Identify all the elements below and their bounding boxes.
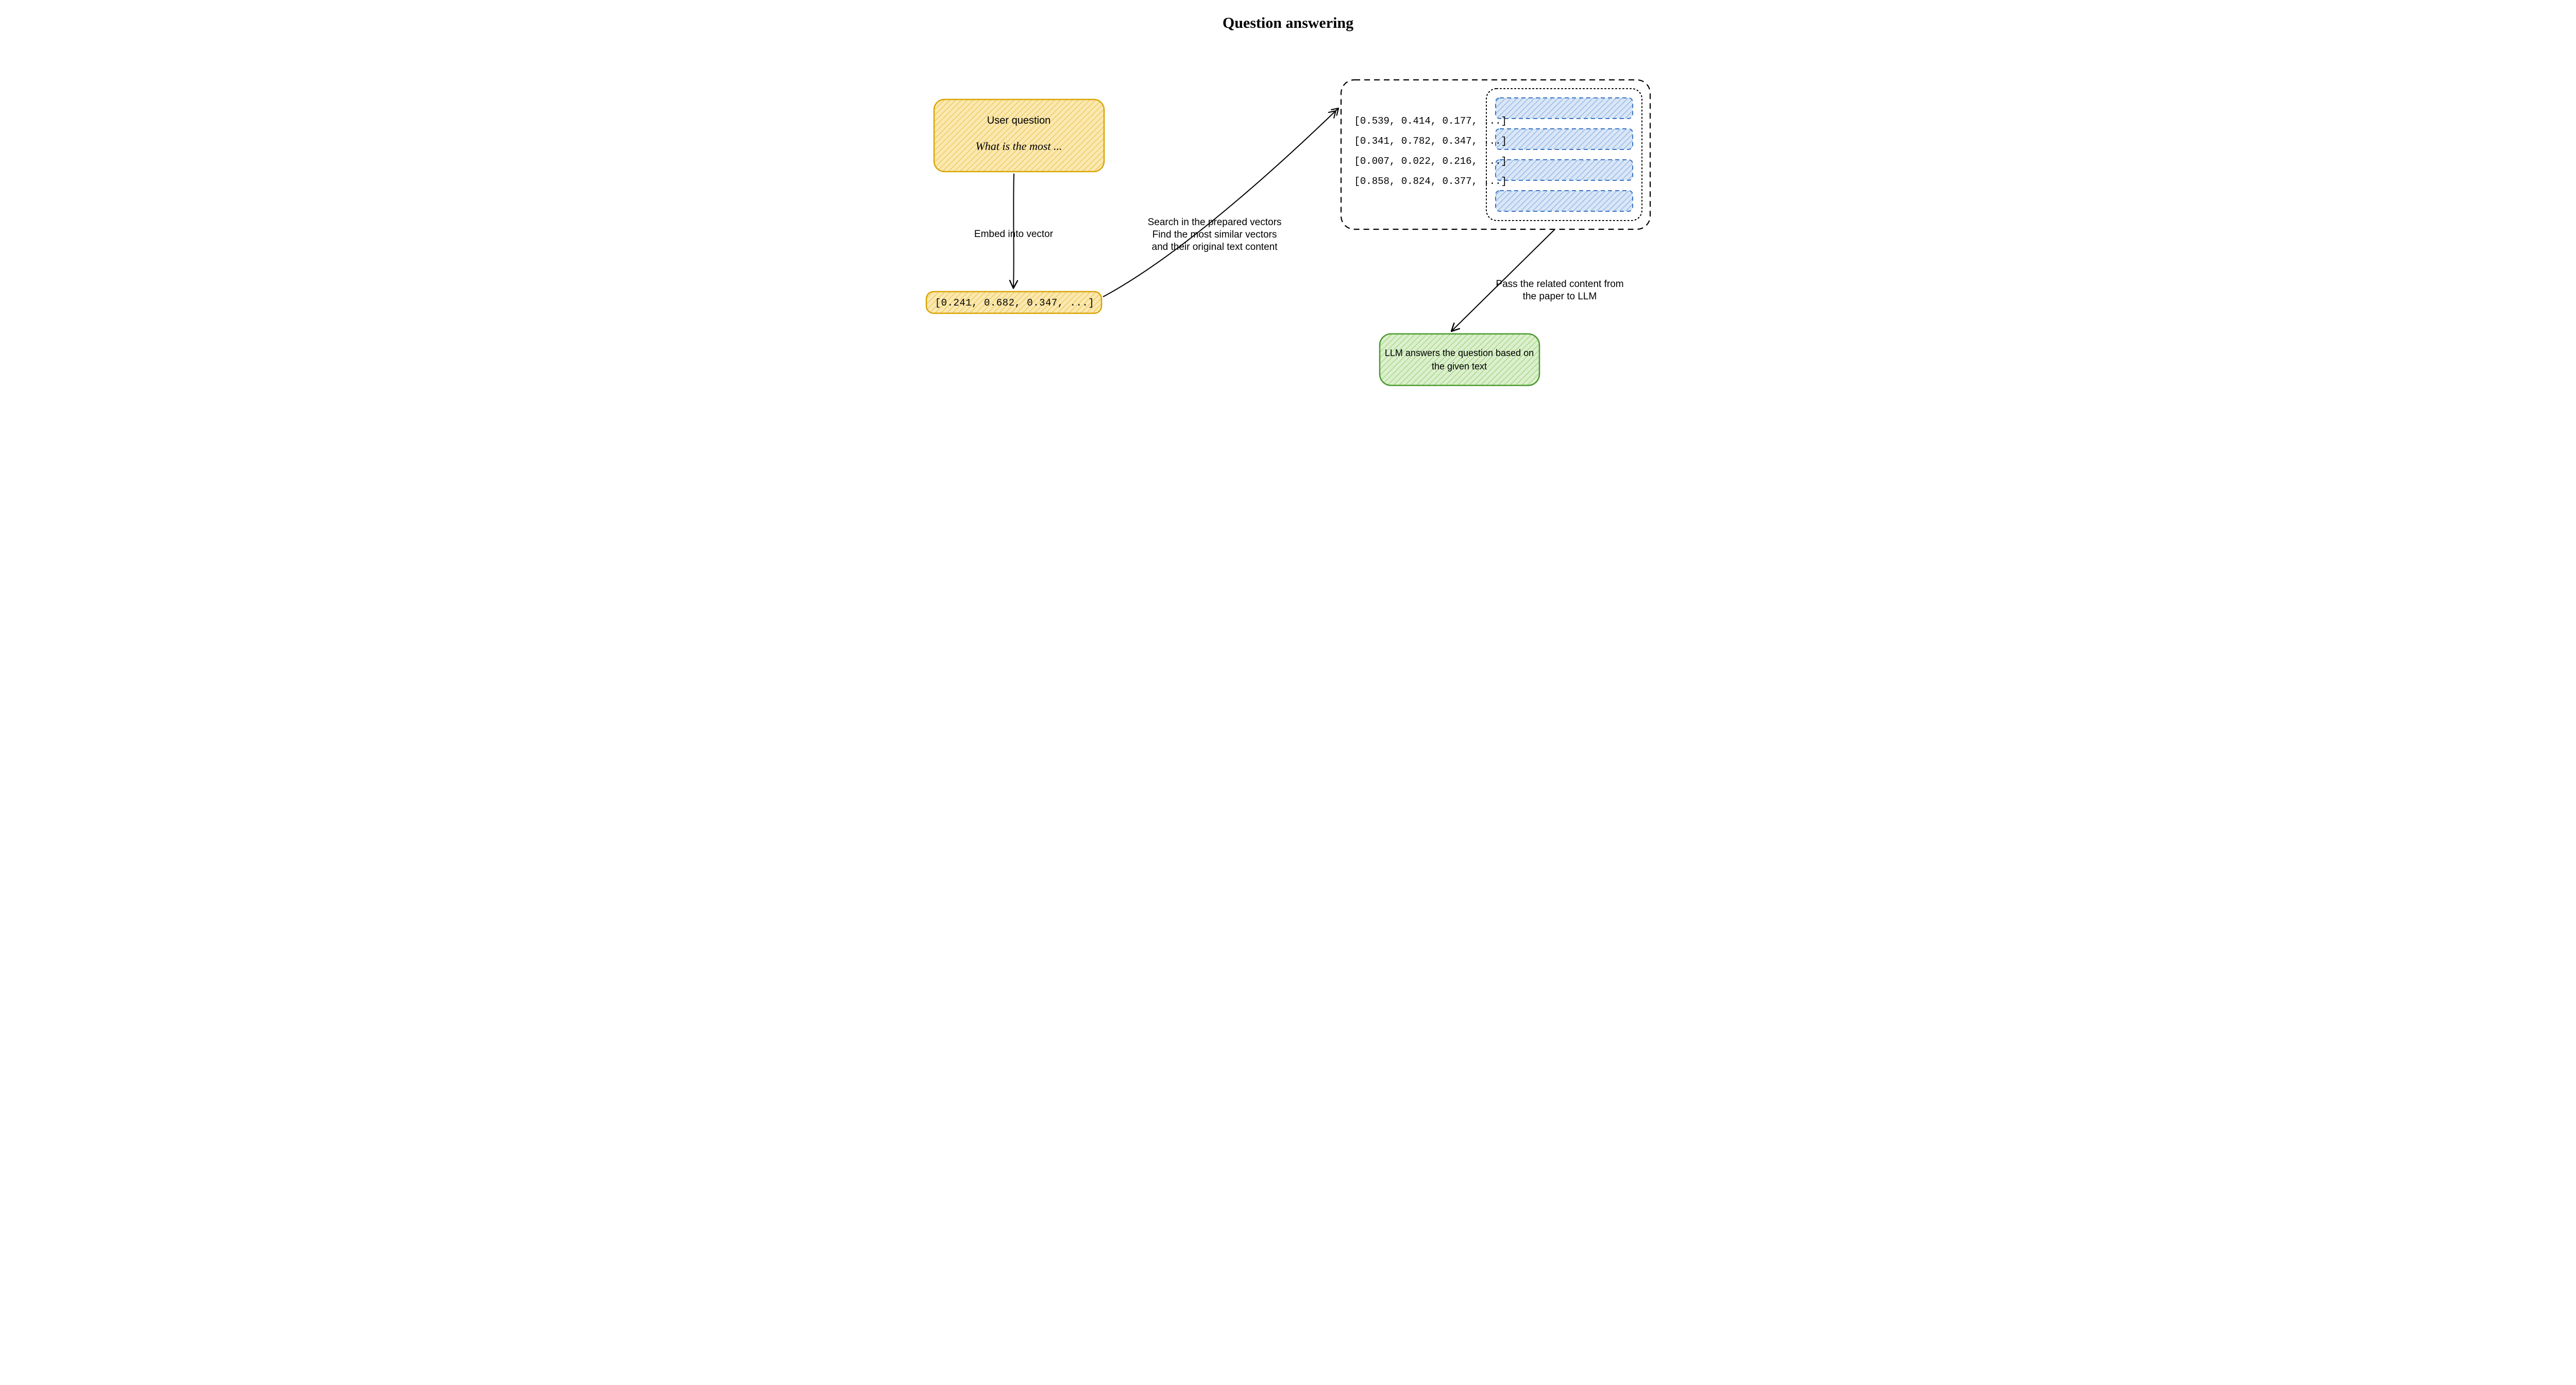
query-vector-text: [0.241, 0.682, 0.347, ...] bbox=[935, 297, 1095, 309]
diagram-svg bbox=[898, 0, 1679, 408]
llm-answer-text: LLM answers the question based on the gi… bbox=[1380, 346, 1539, 373]
retrieved-content-group bbox=[1486, 89, 1642, 221]
label-pass: Pass the related content from the paper … bbox=[1475, 278, 1645, 303]
diagram-title: Question answering bbox=[898, 14, 1679, 32]
db-vectors-text: [0.539, 0.414, 0.177, ...] [0.341, 0.782… bbox=[1354, 111, 1507, 192]
retrieved-chunks bbox=[1496, 98, 1633, 211]
user-question-example: What is the most ... bbox=[934, 138, 1104, 155]
user-question-label: User question bbox=[934, 113, 1104, 128]
diagram-canvas: Question answering bbox=[898, 0, 1679, 408]
user-question-box bbox=[934, 99, 1104, 172]
label-embed: Embed into vector bbox=[950, 228, 1078, 241]
arrow-search bbox=[1103, 108, 1338, 297]
label-search: Search in the prepared vectors Find the … bbox=[1130, 216, 1300, 253]
